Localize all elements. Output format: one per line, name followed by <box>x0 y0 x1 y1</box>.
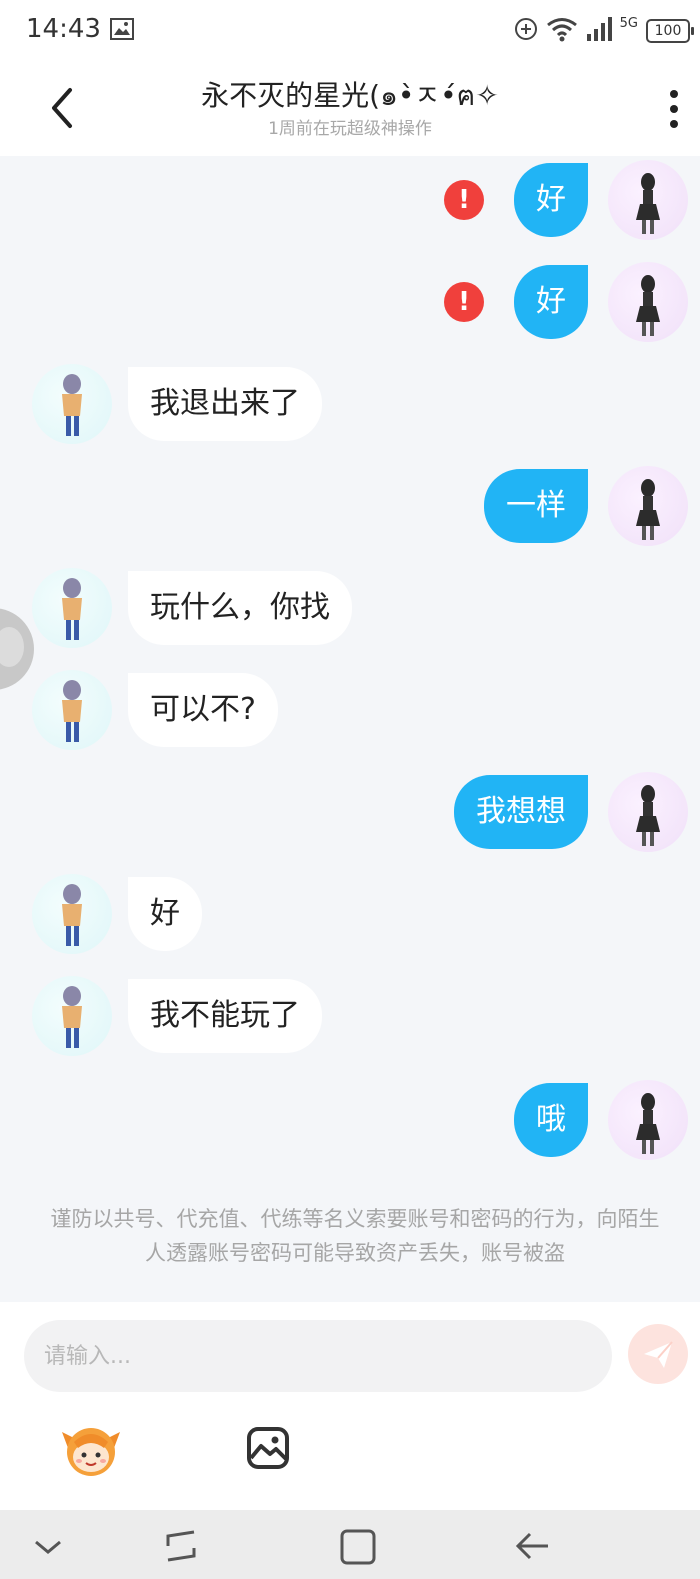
nav-back-button[interactable] <box>510 1526 554 1566</box>
battery-icon: 100 <box>646 19 694 43</box>
security-notice: 谨防以共号、代充值、代练等名义索要账号和密码的行为，向陌生人透露账号密码可能导致… <box>50 1207 660 1265</box>
gallery-icon <box>110 18 134 44</box>
message-row-sent: 哦 <box>0 1078 700 1162</box>
wifi-icon <box>546 16 578 46</box>
network-type: 5G <box>619 15 638 31</box>
signal-icon <box>586 17 612 45</box>
chat-subtitle: 1周前在玩超级神操作 <box>268 119 432 139</box>
emoji-button[interactable] <box>60 1422 122 1478</box>
message-row-sent: ! 好 <box>0 260 700 344</box>
message-list[interactable]: ! 好 ! 好 我退出来了 一样 玩什么，你找 可以不? 我想想 好 我不能玩了… <box>0 156 700 1302</box>
message-row-received: 我退出来了 <box>0 362 700 446</box>
message-bubble-sent[interactable]: 哦 <box>514 1083 588 1157</box>
image-button[interactable] <box>246 1426 290 1470</box>
back-icon <box>515 1532 548 1560</box>
status-icons: 5G 100 <box>514 14 694 48</box>
message-input[interactable] <box>24 1320 612 1392</box>
message-bubble-sent[interactable]: 好 <box>514 265 588 339</box>
my-avatar[interactable] <box>608 466 688 546</box>
message-row-sent: 我想想 <box>0 770 700 854</box>
contact-avatar[interactable] <box>32 364 112 444</box>
more-button[interactable] <box>662 88 686 130</box>
nav-hide-button[interactable] <box>26 1526 70 1566</box>
system-nav-bar <box>0 1510 700 1579</box>
send-button[interactable] <box>628 1324 688 1384</box>
more-vertical-icon <box>670 90 678 128</box>
message-bubble-sent[interactable]: 一样 <box>484 469 588 543</box>
send-icon <box>644 1341 673 1368</box>
chat-title: 永不灭的星光(๑•̀ㅈ•́ฅ✧ <box>201 79 499 112</box>
my-avatar[interactable] <box>608 160 688 240</box>
send-failed-icon[interactable]: ! <box>444 282 484 322</box>
message-bubble-received[interactable]: 可以不? <box>128 673 278 747</box>
message-row-received: 好 <box>0 872 700 956</box>
my-avatar[interactable] <box>608 1080 688 1160</box>
message-bubble-received[interactable]: 我退出来了 <box>128 367 322 441</box>
recent-apps-icon <box>166 1530 196 1562</box>
send-failed-icon[interactable]: ! <box>444 180 484 220</box>
my-avatar[interactable] <box>608 772 688 852</box>
chat-header: 永不灭的星光(๑•̀ㅈ•́ฅ✧ 1周前在玩超级神操作 <box>0 62 700 156</box>
chevron-down-icon <box>35 1540 61 1554</box>
contact-avatar[interactable] <box>32 976 112 1056</box>
message-bubble-received[interactable]: 玩什么，你找 <box>128 571 352 645</box>
message-row-sent: ! 好 <box>0 158 700 242</box>
status-time: 14:43 <box>26 14 101 44</box>
message-row-sent: 一样 <box>0 464 700 548</box>
contact-avatar[interactable] <box>32 568 112 648</box>
message-bubble-received[interactable]: 我不能玩了 <box>128 979 322 1053</box>
message-bubble-sent[interactable]: 我想想 <box>454 775 588 849</box>
message-bubble-received[interactable]: 好 <box>128 877 202 951</box>
my-avatar[interactable] <box>608 262 688 342</box>
contact-avatar[interactable] <box>32 670 112 750</box>
message-row-received: 可以不? <box>0 668 700 752</box>
image-icon <box>247 1427 289 1469</box>
message-bubble-sent[interactable]: 好 <box>514 163 588 237</box>
emoji-mascot-icon <box>62 1428 120 1476</box>
nav-home-button[interactable] <box>336 1526 380 1566</box>
input-bar <box>0 1302 700 1510</box>
message-row-received: 我不能玩了 <box>0 974 700 1058</box>
add-circle-icon <box>514 17 538 45</box>
contact-avatar[interactable] <box>32 874 112 954</box>
message-row-received: 玩什么，你找 <box>0 566 700 650</box>
status-bar: 14:43 5G 100 <box>0 0 700 62</box>
nav-recents-button[interactable] <box>160 1526 204 1566</box>
home-icon <box>340 1529 376 1565</box>
